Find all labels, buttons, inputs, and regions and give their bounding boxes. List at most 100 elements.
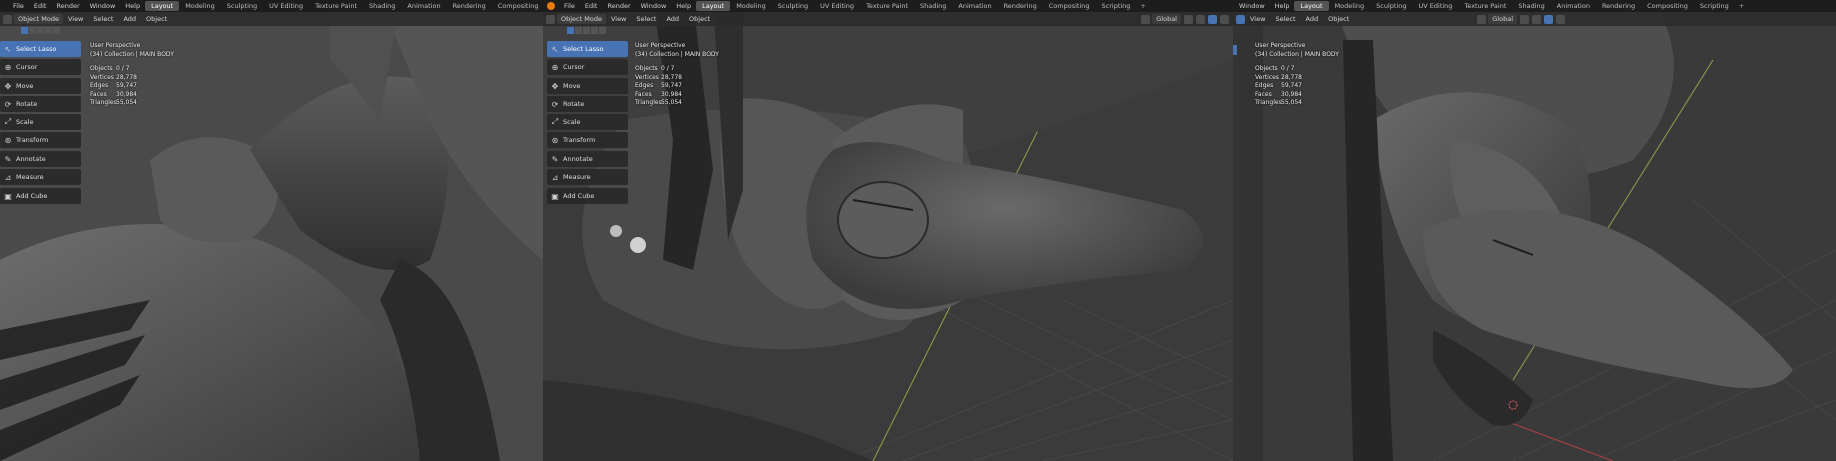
select-invert-icon[interactable]	[591, 27, 598, 34]
menu-help[interactable]: Help	[1270, 2, 1295, 10]
tab-texture-paint[interactable]: Texture Paint	[309, 1, 363, 11]
tab-animation[interactable]: Animation	[1551, 1, 1596, 11]
tool-scale[interactable]: ⤢ Scale	[0, 114, 81, 130]
tab-modeling[interactable]: Modeling	[730, 1, 772, 11]
select-invert-icon[interactable]	[45, 27, 52, 34]
tab-layout[interactable]: Layout	[1294, 1, 1329, 11]
tool-cursor[interactable]: ⊕ Cursor	[0, 59, 81, 75]
viewport-panel-1[interactable]: File Edit Render Window Help Layout Mode…	[0, 0, 543, 461]
select-new-icon[interactable]	[567, 27, 574, 34]
tab-compositing[interactable]: Compositing	[492, 1, 543, 11]
tool-annotate[interactable]: ✎ Annotate	[0, 151, 81, 167]
viewport-panel-3[interactable]: Window Help Layout Modeling Sculpting UV…	[1233, 0, 1836, 461]
xray-icon[interactable]	[1220, 14, 1229, 24]
tab-uv-editing[interactable]: UV Editing	[263, 1, 309, 11]
add-workspace-button[interactable]: +	[1136, 2, 1149, 10]
menu-object[interactable]: Object	[1323, 15, 1354, 23]
menu-add[interactable]: Add	[1301, 15, 1324, 23]
menu-view[interactable]: View	[1245, 15, 1270, 23]
select-extend-icon[interactable]	[575, 27, 582, 34]
tool-add-cube[interactable]: ▣ Add Cube	[547, 188, 628, 204]
tool-measure[interactable]: ⊿ Measure	[547, 169, 628, 185]
tab-rendering[interactable]: Rendering	[447, 1, 492, 11]
menu-object[interactable]: Object	[684, 15, 715, 23]
orientation-selector[interactable]: Global	[1152, 14, 1181, 24]
tool-move[interactable]: ✥ Move	[547, 78, 628, 94]
tab-shading[interactable]: Shading	[1512, 1, 1550, 11]
tool-scale[interactable]: ⤢ Scale	[547, 114, 628, 130]
mode-selector[interactable]: Object Mode	[14, 14, 63, 24]
tab-layout[interactable]: Layout	[145, 1, 180, 11]
proportional-edit-icon[interactable]	[1196, 14, 1205, 24]
overlay-icon[interactable]	[1236, 14, 1245, 24]
viewport-panel-2[interactable]: File Edit Render Window Help Layout Mode…	[543, 0, 1233, 461]
toolbar-edge-tab[interactable]	[1233, 45, 1237, 55]
tool-select-lasso[interactable]: ↖ Select Lasso	[547, 41, 628, 57]
menu-render[interactable]: Render	[602, 2, 635, 10]
tab-uv-editing[interactable]: UV Editing	[814, 1, 860, 11]
select-intersect-icon[interactable]	[599, 27, 606, 34]
menu-file[interactable]: File	[8, 2, 29, 10]
menu-select[interactable]: Select	[631, 15, 661, 23]
tool-rotate[interactable]: ⟳ Rotate	[547, 96, 628, 112]
tool-transform[interactable]: ⊛ Transform	[547, 132, 628, 148]
tab-compositing[interactable]: Compositing	[1043, 1, 1096, 11]
mode-selector[interactable]: Object Mode	[557, 14, 606, 24]
tab-shading[interactable]: Shading	[914, 1, 952, 11]
shading-mode-icon[interactable]	[1556, 14, 1566, 24]
transform-pivot-icon[interactable]	[1141, 14, 1151, 24]
tab-rendering[interactable]: Rendering	[998, 1, 1043, 11]
add-workspace-button[interactable]: +	[1735, 2, 1748, 10]
tool-move[interactable]: ✥ Move	[0, 78, 81, 94]
editor-type-icon[interactable]	[3, 14, 12, 24]
menu-edit[interactable]: Edit	[29, 2, 52, 10]
tab-modeling[interactable]: Modeling	[179, 1, 221, 11]
menu-view[interactable]: View	[63, 15, 88, 23]
tab-sculpting[interactable]: Sculpting	[772, 1, 814, 11]
tab-rendering[interactable]: Rendering	[1596, 1, 1641, 11]
tool-measure[interactable]: ⊿ Measure	[0, 169, 81, 185]
select-subtract-icon[interactable]	[583, 27, 590, 34]
menu-help[interactable]: Help	[120, 2, 145, 10]
tab-uv-editing[interactable]: UV Editing	[1413, 1, 1459, 11]
tab-texture-paint[interactable]: Texture Paint	[1458, 1, 1512, 11]
orientation-selector[interactable]: Global	[1488, 14, 1518, 24]
menu-add[interactable]: Add	[118, 15, 141, 23]
menu-help[interactable]: Help	[671, 2, 696, 10]
menu-render[interactable]: Render	[51, 2, 84, 10]
tab-shading[interactable]: Shading	[363, 1, 401, 11]
menu-window[interactable]: Window	[85, 2, 121, 10]
tab-animation[interactable]: Animation	[401, 1, 446, 11]
tool-select-lasso[interactable]: ↖ Select Lasso	[0, 41, 81, 57]
tab-modeling[interactable]: Modeling	[1329, 1, 1371, 11]
blender-logo-icon[interactable]	[547, 2, 555, 10]
menu-file[interactable]: File	[559, 2, 580, 10]
tab-layout[interactable]: Layout	[696, 1, 731, 11]
menu-window[interactable]: Window	[636, 2, 672, 10]
tab-scripting[interactable]: Scripting	[1694, 1, 1735, 11]
tool-rotate[interactable]: ⟳ Rotate	[0, 96, 81, 112]
tool-transform[interactable]: ⊛ Transform	[0, 132, 81, 148]
tool-cursor[interactable]: ⊕ Cursor	[547, 59, 628, 75]
snap-icon[interactable]	[1520, 14, 1530, 24]
tool-annotate[interactable]: ✎ Annotate	[547, 151, 628, 167]
snap-icon[interactable]	[1184, 14, 1193, 24]
tab-compositing[interactable]: Compositing	[1641, 1, 1694, 11]
menu-edit[interactable]: Edit	[580, 2, 603, 10]
menu-add[interactable]: Add	[661, 15, 684, 23]
select-subtract-icon[interactable]	[37, 27, 44, 34]
overlay-icon[interactable]	[1208, 14, 1217, 24]
menu-view[interactable]: View	[606, 15, 631, 23]
select-extend-icon[interactable]	[29, 27, 36, 34]
editor-type-icon[interactable]	[546, 14, 555, 24]
gizmo-icon[interactable]	[1544, 14, 1554, 24]
menu-object[interactable]: Object	[141, 15, 172, 23]
tool-add-cube[interactable]: ▣ Add Cube	[0, 188, 81, 204]
proportional-edit-icon[interactable]	[1532, 14, 1542, 24]
menu-select[interactable]: Select	[1270, 15, 1300, 23]
transform-pivot-icon[interactable]	[1477, 14, 1487, 24]
menu-window[interactable]: Window	[1233, 2, 1270, 10]
menu-select[interactable]: Select	[88, 15, 118, 23]
tab-animation[interactable]: Animation	[952, 1, 997, 11]
tab-sculpting[interactable]: Sculpting	[221, 1, 263, 11]
